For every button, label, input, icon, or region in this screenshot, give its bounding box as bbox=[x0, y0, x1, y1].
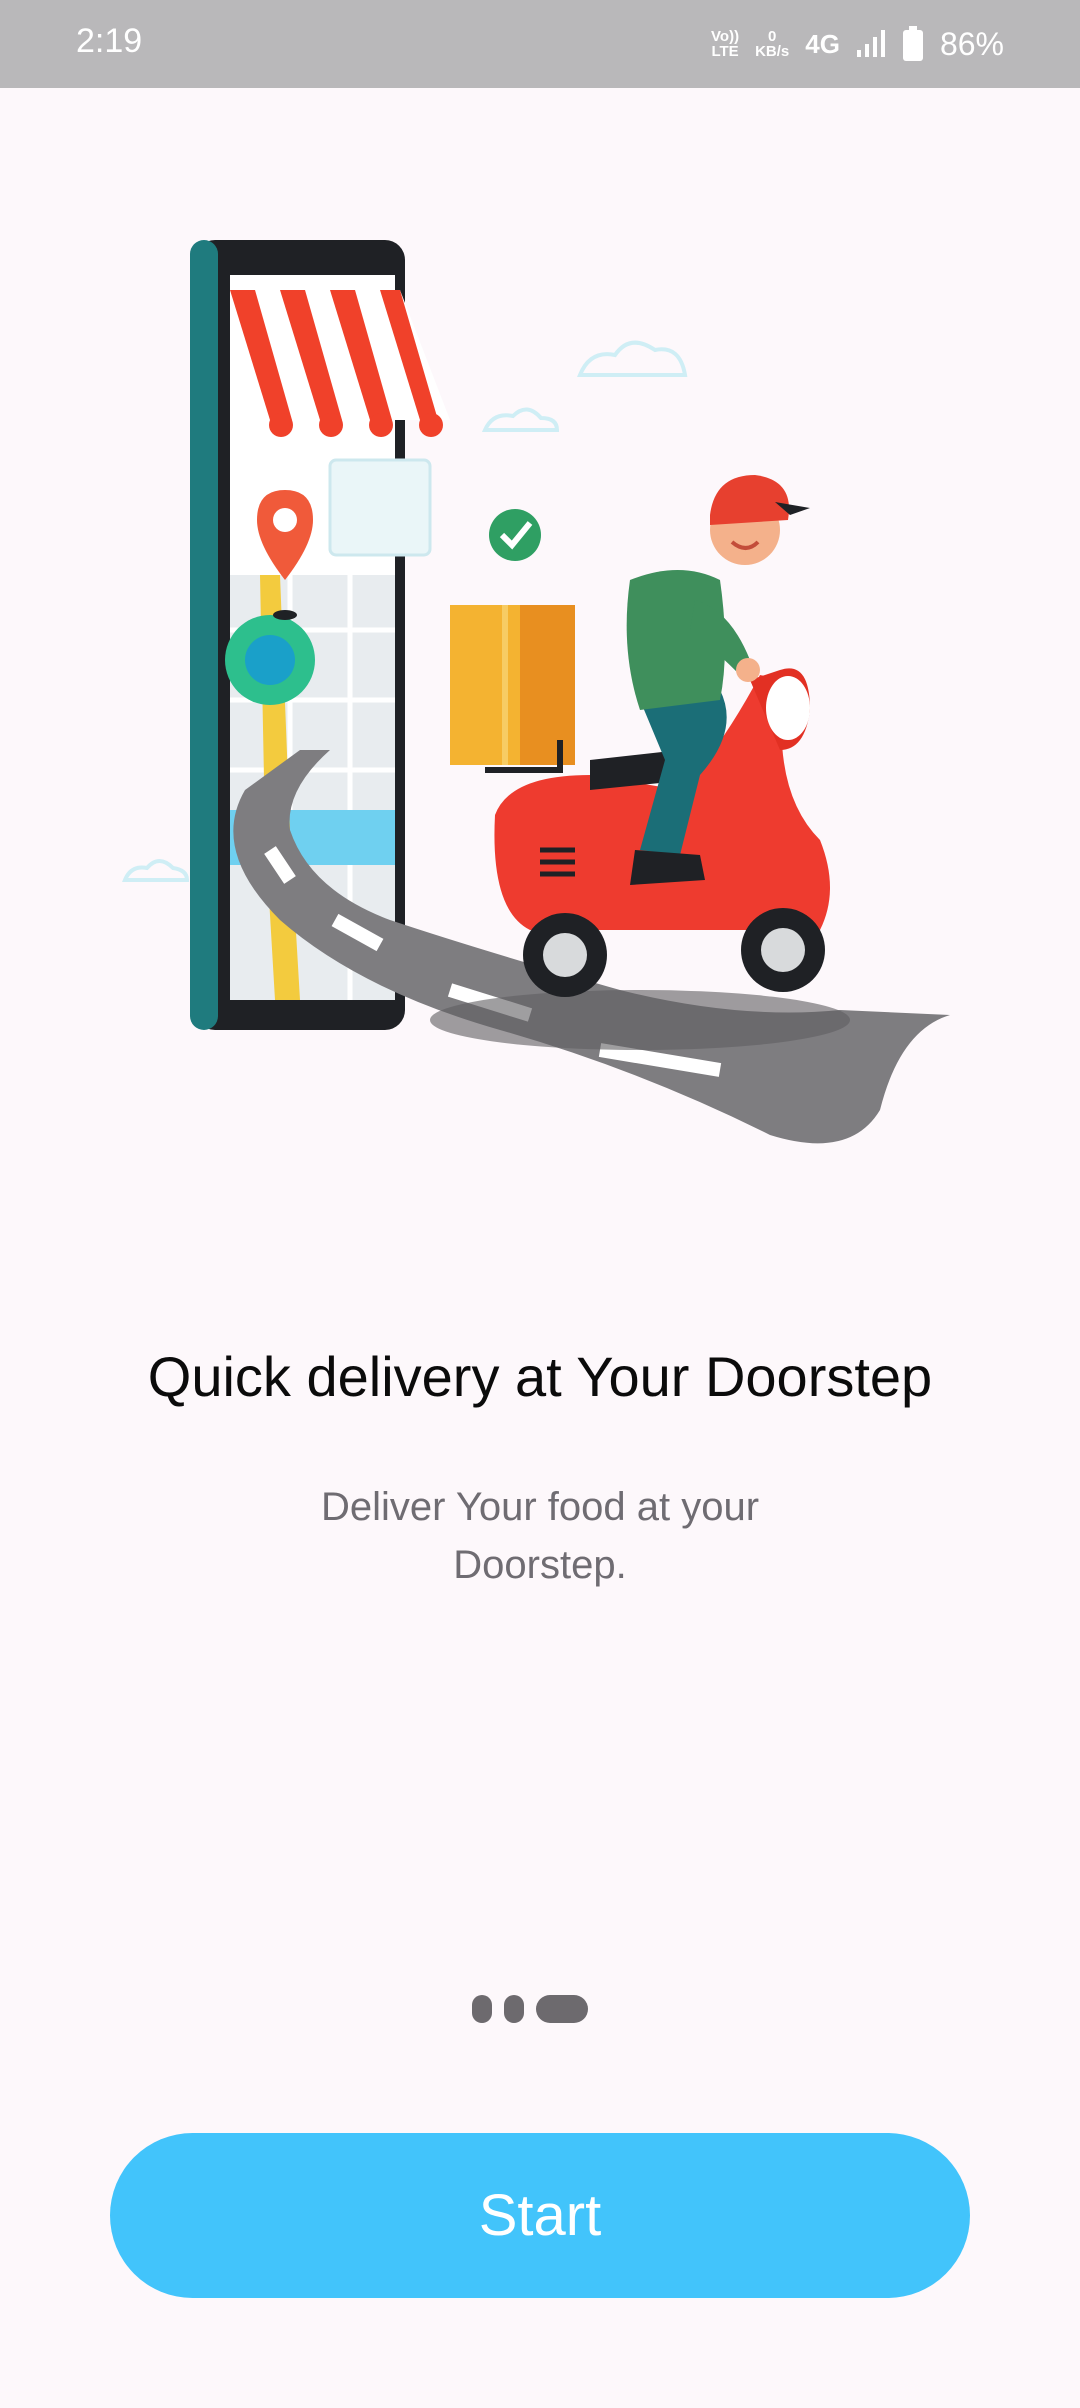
onboarding-screen: 2:19 Vo)) LTE 0 KB/s 4G 86% Quick delive… bbox=[0, 0, 1080, 2408]
status-bar: 2:19 Vo)) LTE 0 KB/s 4G 86% bbox=[0, 0, 1080, 88]
delivery-illustration bbox=[120, 230, 960, 1180]
battery-icon bbox=[902, 26, 924, 62]
volte-indicator: Vo)) LTE bbox=[711, 29, 739, 59]
battery-percent: 86% bbox=[939, 25, 1004, 62]
volte-bottom: LTE bbox=[711, 43, 739, 60]
check-icon bbox=[489, 509, 541, 561]
page-dot-2[interactable] bbox=[504, 1995, 524, 2023]
onboarding-title: Quick delivery at Your Doorstep bbox=[147, 1345, 933, 1408]
network-type: 4G bbox=[805, 28, 840, 59]
volte-top: Vo)) bbox=[711, 28, 740, 45]
scooter-delivery-illustration bbox=[122, 240, 950, 1144]
page-dot-1[interactable] bbox=[472, 1995, 492, 2023]
speed-unit: KB/s bbox=[755, 43, 790, 60]
status-icons: Vo)) LTE 0 KB/s 4G 86% bbox=[711, 18, 1004, 70]
status-time: 2:19 bbox=[76, 22, 143, 60]
network-speed: 0 KB/s bbox=[755, 29, 789, 59]
start-button[interactable]: Start bbox=[110, 2133, 970, 2298]
page-indicator bbox=[472, 1995, 588, 2023]
page-dot-3-active[interactable] bbox=[536, 1995, 588, 2023]
onboarding-subtitle: Deliver Your food at your Doorstep. bbox=[320, 1485, 760, 1587]
speed-value: 0 bbox=[768, 28, 777, 45]
signal-bars-icon bbox=[856, 29, 886, 59]
